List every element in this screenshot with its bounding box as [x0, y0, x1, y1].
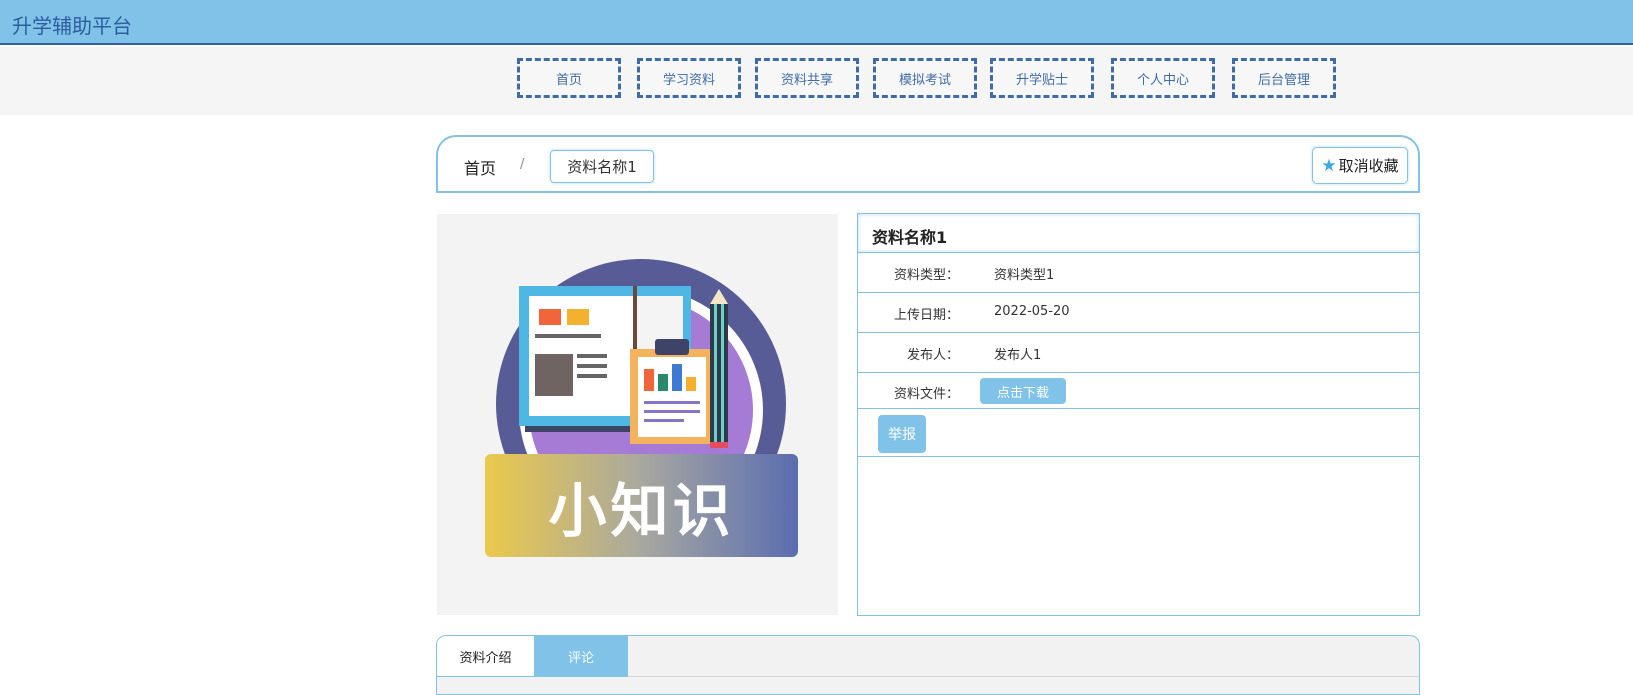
detail-value: 发布人1	[994, 348, 1042, 363]
download-button[interactable]: 点击下载	[980, 378, 1066, 404]
detail-label: 发布人：	[906, 348, 959, 363]
material-cover-image: 小知识	[437, 214, 838, 615]
detail-value: 资料类型1	[994, 268, 1055, 283]
tab-material-intro[interactable]: 资料介绍	[437, 636, 534, 677]
nav-item-study-materials[interactable]: 学习资料	[637, 58, 741, 98]
detail-value: 2022-05-20	[994, 304, 1070, 319]
detail-row-upload-date: 上传日期： 2022-05-20	[858, 293, 1419, 333]
tab-comments[interactable]: 评论	[534, 636, 628, 677]
unfavorite-button[interactable]: ★ 取消收藏	[1312, 147, 1408, 184]
material-title: 资料名称1	[858, 214, 1419, 253]
main-nav: 首页 学习资料 资料共享 模拟考试 升学贴士 个人中心 后台管理	[0, 47, 1633, 115]
nav-item-mock-exam[interactable]: 模拟考试	[873, 58, 977, 98]
top-bar: 升学辅助平台	[0, 0, 1633, 45]
detail-label: 资料类型：	[893, 268, 959, 283]
breadcrumb: 首页 / 资料名称1 ★ 取消收藏	[436, 135, 1420, 193]
detail-row-publisher: 发布人： 发布人1	[858, 333, 1419, 373]
breadcrumb-current: 资料名称1	[550, 150, 654, 183]
tab-divider	[628, 676, 1419, 677]
material-tabs: 资料介绍 评论	[436, 635, 1420, 695]
nav-item-tips[interactable]: 升学贴士	[990, 58, 1094, 98]
nav-item-home[interactable]: 首页	[517, 58, 621, 98]
detail-label: 资料文件：	[893, 387, 959, 402]
material-detail-panel: 资料名称1 资料类型： 资料类型1 上传日期： 2022-05-20 发布人： …	[857, 213, 1420, 616]
nav-item-material-sharing[interactable]: 资料共享	[755, 58, 859, 98]
breadcrumb-home-link[interactable]: 首页	[464, 155, 496, 179]
cover-caption: 小知识	[548, 477, 735, 545]
star-icon: ★	[1321, 155, 1337, 176]
detail-row-actions: 举报	[858, 409, 1419, 457]
detail-row-file: 资料文件： 点击下载	[858, 373, 1419, 409]
detail-row-type: 资料类型： 资料类型1	[858, 253, 1419, 293]
unfavorite-label: 取消收藏	[1338, 157, 1399, 175]
detail-label: 上传日期：	[893, 308, 959, 323]
breadcrumb-separator: /	[520, 157, 525, 172]
nav-item-personal-center[interactable]: 个人中心	[1111, 58, 1215, 98]
knowledge-illustration	[485, 259, 798, 557]
nav-item-admin[interactable]: 后台管理	[1232, 58, 1336, 98]
report-button[interactable]: 举报	[878, 415, 926, 453]
app-title: 升学辅助平台	[12, 14, 132, 38]
